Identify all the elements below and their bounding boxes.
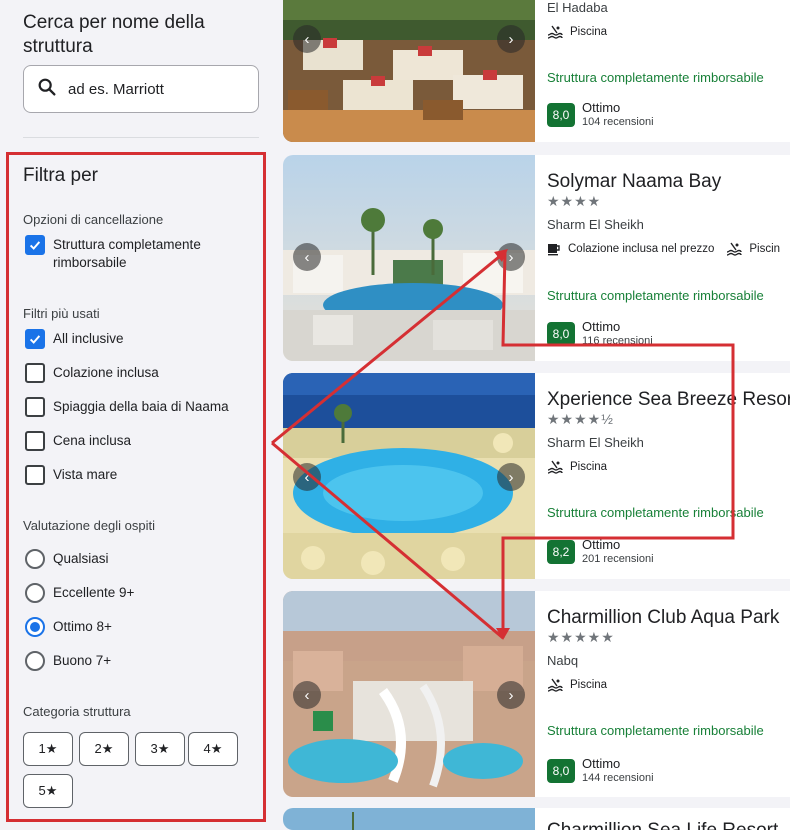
rating-word: Ottimo xyxy=(582,756,621,771)
search-icon xyxy=(36,76,58,103)
rating: 8,0 Ottimo 104 recensioni xyxy=(547,100,654,130)
star-icon: ★★★★★ xyxy=(547,629,615,645)
hotel-info: El Hadaba Piscina Struttura completament… xyxy=(547,0,790,142)
search-title: Cerca per nome della struttura xyxy=(23,12,205,57)
rating: 8,0 Ottimo 144 recensioni xyxy=(547,756,654,786)
review-count: 144 recensioni xyxy=(582,772,654,784)
search-input[interactable] xyxy=(68,80,248,98)
amenities: Piscina xyxy=(547,678,619,692)
hotel-name[interactable]: Solymar Naama Bay xyxy=(547,171,721,193)
divider xyxy=(23,137,259,138)
chevron-left-icon[interactable]: ‹ xyxy=(293,25,321,53)
chevron-left-icon[interactable]: ‹ xyxy=(293,681,321,709)
chevron-left-icon[interactable]: ‹ xyxy=(293,243,321,271)
amenity-label: Piscina xyxy=(570,461,608,473)
star-icon: ★★★★½ xyxy=(547,411,614,427)
score-badge: 8,0 xyxy=(547,322,575,346)
hotel-photo[interactable] xyxy=(283,808,535,830)
search-box[interactable] xyxy=(23,65,259,113)
amenities: Piscina xyxy=(547,460,619,474)
hotel-info: Charmillion Sea Life Resort xyxy=(547,808,790,830)
hotel-info: Solymar Naama Bay ★★★★ Sharm El Sheikh C… xyxy=(547,155,790,361)
rating: 8,2 Ottimo 201 recensioni xyxy=(547,537,654,567)
hotel-card[interactable]: Charmillion Sea Life Resort xyxy=(283,808,790,830)
rating-word: Ottimo xyxy=(582,537,621,552)
amenity-label: Piscin xyxy=(749,243,781,255)
chevron-right-icon[interactable]: › xyxy=(497,243,525,271)
pool-icon xyxy=(547,678,563,692)
refund-info: Struttura completamente rimborsabile xyxy=(547,70,764,85)
hotel-card[interactable]: ‹ › Xperience Sea Breeze Resor ★★★★½ Sha… xyxy=(283,373,790,579)
review-count: 201 recensioni xyxy=(582,553,654,565)
hotel-card[interactable]: ‹ › Charmillion Club Aqua Park ★★★★★ Nab… xyxy=(283,591,790,797)
amenities: Piscina xyxy=(547,25,619,39)
hotel-info: Charmillion Club Aqua Park ★★★★★ Nabq Pi… xyxy=(547,591,790,797)
score-badge: 8,0 xyxy=(547,103,575,127)
hotel-name[interactable]: Charmillion Sea Life Resort xyxy=(547,820,778,830)
chevron-right-icon[interactable]: › xyxy=(497,25,525,53)
refund-info: Struttura completamente rimborsabile xyxy=(547,505,764,520)
amenity-label: Piscina xyxy=(570,679,608,691)
hotel-info: Xperience Sea Breeze Resor ★★★★½ Sharm E… xyxy=(547,373,790,579)
score-badge: 8,0 xyxy=(547,759,575,783)
hotel-location: Sharm El Sheikh xyxy=(547,435,644,450)
hotel-photo[interactable] xyxy=(283,0,535,142)
chevron-right-icon[interactable]: › xyxy=(497,681,525,709)
review-count: 104 recensioni xyxy=(582,116,654,128)
hotel-card[interactable]: ‹ › El Hadaba Piscina Struttura completa… xyxy=(283,0,790,142)
amenities: Colazione inclusa nel prezzo Piscin xyxy=(547,242,790,256)
hotel-name[interactable]: Xperience Sea Breeze Resor xyxy=(547,389,790,411)
refund-info: Struttura completamente rimborsabile xyxy=(547,288,764,303)
pool-icon xyxy=(547,460,563,474)
amenity-label: Colazione inclusa nel prezzo xyxy=(568,243,715,255)
hotel-name[interactable]: Charmillion Club Aqua Park xyxy=(547,607,779,629)
score-badge: 8,2 xyxy=(547,540,575,564)
pool-icon xyxy=(547,25,563,39)
coffee-icon xyxy=(547,242,561,256)
hotel-card[interactable]: ‹ › Solymar Naama Bay ★★★★ Sharm El Shei… xyxy=(283,155,790,361)
sidebar: Cerca per nome della struttura Filtra pe… xyxy=(0,0,272,830)
chevron-left-icon[interactable]: ‹ xyxy=(293,463,321,491)
refund-info: Struttura completamente rimborsabile xyxy=(547,723,764,738)
hotel-location: El Hadaba xyxy=(547,0,608,15)
pool-icon xyxy=(726,242,743,256)
star-icon: ★★★★ xyxy=(547,193,602,209)
rating-word: Ottimo xyxy=(582,100,621,115)
filter-highlight-box xyxy=(6,152,266,822)
chevron-right-icon[interactable]: › xyxy=(497,463,525,491)
rating-word: Ottimo xyxy=(582,319,621,334)
hotel-location: Nabq xyxy=(547,653,579,668)
rating: 8,0 Ottimo 116 recensioni xyxy=(547,319,653,349)
review-count: 116 recensioni xyxy=(582,335,653,347)
amenity-label: Piscina xyxy=(570,26,608,38)
hotel-location: Sharm El Sheikh xyxy=(547,217,644,232)
